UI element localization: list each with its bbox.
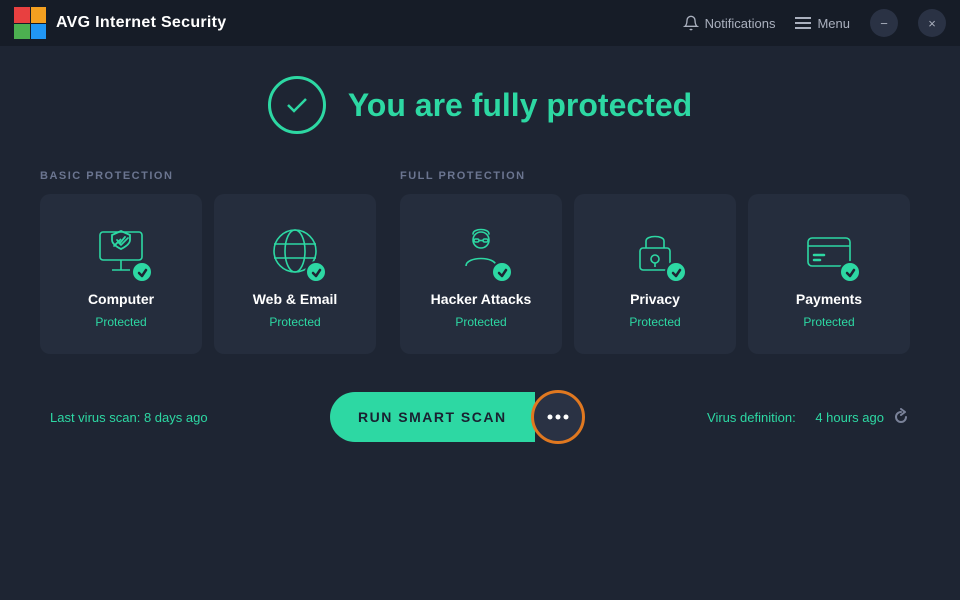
computer-icon-wrap xyxy=(89,219,153,283)
minimize-button[interactable]: − xyxy=(870,9,898,37)
status-header: You are fully protected xyxy=(268,76,692,134)
avg-logo-icon xyxy=(14,7,46,39)
web-email-card-status: Protected xyxy=(269,315,320,329)
virus-def-label: Virus definition: xyxy=(707,410,796,425)
menu-label: Menu xyxy=(817,16,850,31)
payments-card-title: Payments xyxy=(796,291,862,307)
privacy-card[interactable]: Privacy Protected xyxy=(574,194,736,354)
computer-check-badge xyxy=(131,261,153,283)
payments-icon-wrap xyxy=(797,219,861,283)
main-content: You are fully protected BASIC PROTECTION xyxy=(0,46,960,444)
web-email-card[interactable]: Web & Email Protected xyxy=(214,194,376,354)
shield-icon xyxy=(110,229,132,251)
notifications-label: Notifications xyxy=(705,16,776,31)
hacker-attacks-check-badge xyxy=(491,261,513,283)
ellipsis-icon xyxy=(547,414,569,420)
more-options-button[interactable] xyxy=(531,390,585,444)
notifications-button[interactable]: Notifications xyxy=(683,15,776,31)
last-scan-info: Last virus scan: 8 days ago xyxy=(50,410,208,425)
basic-cards-row: Computer Protected xyxy=(40,194,376,354)
hacker-attacks-icon-wrap xyxy=(449,219,513,283)
basic-section: BASIC PROTECTION xyxy=(40,170,376,354)
titlebar-right: Notifications Menu − × xyxy=(683,9,946,37)
virus-definition-info: Virus definition: 4 hours ago xyxy=(707,408,910,426)
web-email-card-title: Web & Email xyxy=(253,291,338,307)
privacy-check-badge xyxy=(665,261,687,283)
computer-card-title: Computer xyxy=(88,291,154,307)
virus-def-value: 4 hours ago xyxy=(815,410,884,425)
computer-card[interactable]: Computer Protected xyxy=(40,194,202,354)
computer-card-status: Protected xyxy=(95,315,146,329)
titlebar: AVG Internet Security Notifications Menu… xyxy=(0,0,960,46)
payments-card[interactable]: Payments Protected xyxy=(748,194,910,354)
last-scan-value: 8 days ago xyxy=(144,410,208,425)
bottom-bar: Last virus scan: 8 days ago RUN SMART SC… xyxy=(40,390,920,444)
run-smart-scan-button[interactable]: RUN SMART SCAN xyxy=(330,392,535,442)
avg-logo xyxy=(14,7,46,39)
checkmark-icon xyxy=(283,91,311,119)
privacy-card-status: Protected xyxy=(629,315,680,329)
basic-protection-label: BASIC PROTECTION xyxy=(40,170,376,182)
last-scan-label: Last virus scan: xyxy=(50,410,140,425)
full-section: FULL PROTECTION xyxy=(400,170,920,354)
hacker-attacks-card[interactable]: Hacker Attacks Protected xyxy=(400,194,562,354)
status-icon xyxy=(268,76,326,134)
titlebar-left: AVG Internet Security xyxy=(14,7,227,39)
privacy-icon-wrap xyxy=(623,219,687,283)
scan-button-wrap: RUN SMART SCAN xyxy=(330,390,585,444)
status-text: You are fully protected xyxy=(348,87,692,124)
menu-icon xyxy=(795,16,811,30)
bell-icon xyxy=(683,15,699,31)
payments-check-badge xyxy=(839,261,861,283)
payments-card-status: Protected xyxy=(803,315,854,329)
refresh-icon[interactable] xyxy=(892,408,910,426)
app-title: AVG Internet Security xyxy=(56,14,227,32)
full-protection-label: FULL PROTECTION xyxy=(400,170,920,182)
hacker-attacks-card-title: Hacker Attacks xyxy=(431,291,532,307)
hacker-attacks-card-status: Protected xyxy=(455,315,506,329)
web-email-check-badge xyxy=(305,261,327,283)
web-email-icon-wrap xyxy=(263,219,327,283)
close-button[interactable]: × xyxy=(918,9,946,37)
cards-section: BASIC PROTECTION xyxy=(40,170,920,354)
protection-sections: BASIC PROTECTION xyxy=(40,170,920,354)
privacy-card-title: Privacy xyxy=(630,291,680,307)
menu-button[interactable]: Menu xyxy=(795,16,850,31)
full-cards-row: Hacker Attacks Protected xyxy=(400,194,920,354)
